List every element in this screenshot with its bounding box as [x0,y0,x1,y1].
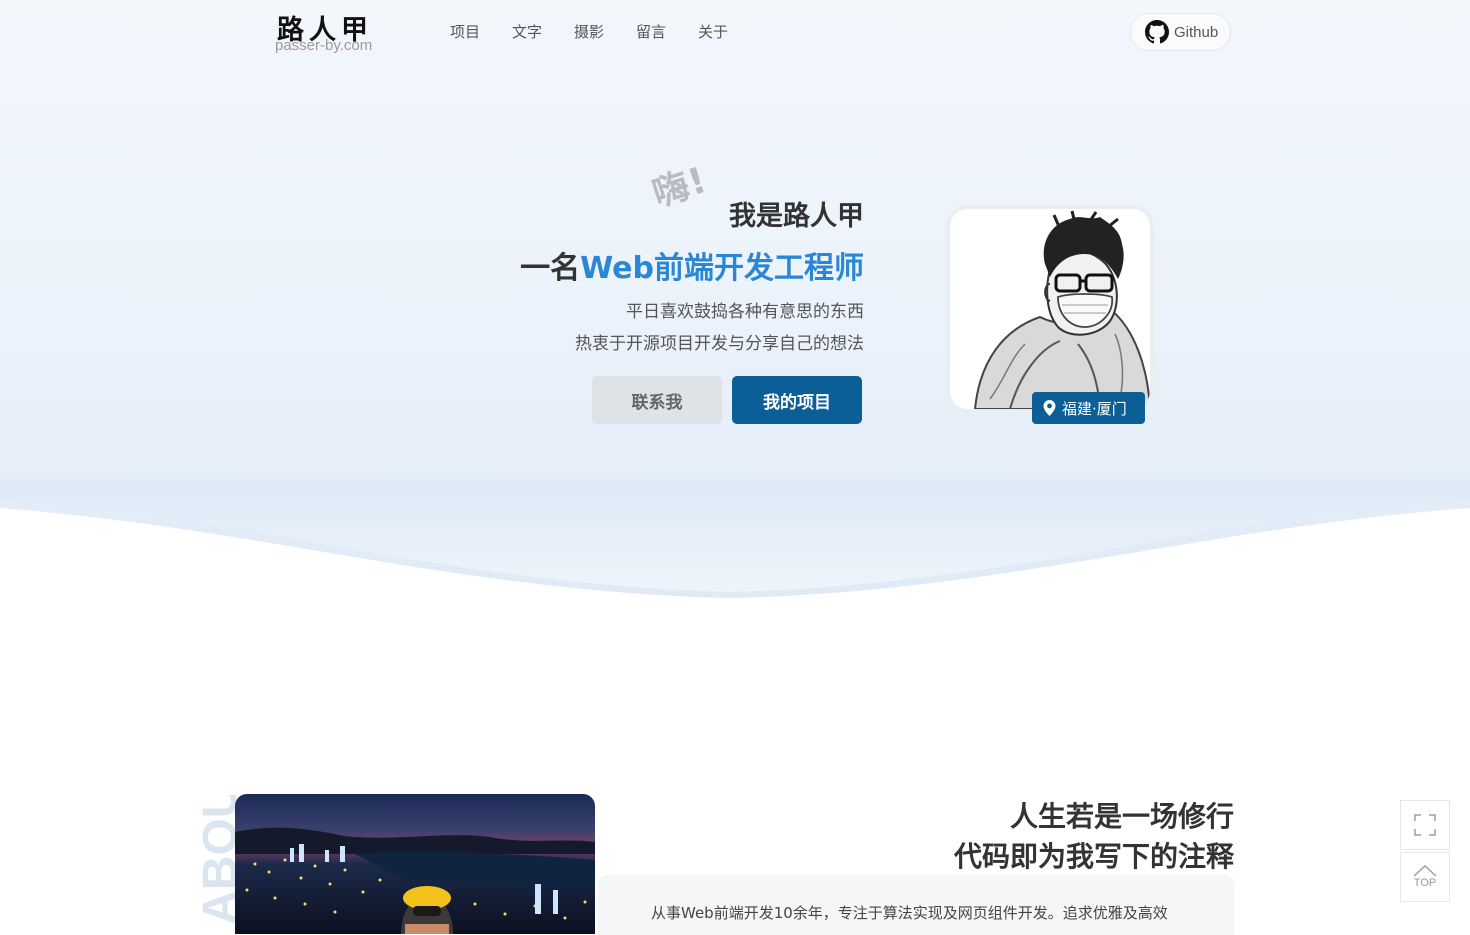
contact-button[interactable]: 联系我 [592,376,722,424]
nav-item-projects[interactable]: 项目 [450,21,512,42]
location-text: 福建·厦门 [1062,399,1127,418]
my-projects-button[interactable]: 我的项目 [732,376,862,424]
site-logo[interactable]: 路人甲 passer-by.com [275,8,385,58]
github-label: Github [1174,23,1219,41]
logo-domain: passer-by.com [275,37,373,54]
about-title-line2: 代码即为我写下的注释 [953,840,1234,873]
night-city-photo [235,794,595,934]
top-label: TOP [1413,877,1437,889]
fullscreen-icon [1414,814,1436,836]
hero-role-prefix: 一名 [520,251,581,286]
hero-description-line2: 热衷于开源项目开发与分享自己的想法 [575,334,864,354]
back-to-top-button[interactable]: TOP [1400,852,1450,902]
github-icon [1145,20,1169,44]
about-paragraph: 从事Web前端开发10余年，专注于算法实现及网页组件开发。追求优雅及高效 [651,904,1168,922]
hero-name: 我是路人甲 [729,201,864,232]
about-photo [235,794,595,934]
location-badge: 福建·厦门 [1032,392,1145,424]
hero-role: 一名Web前端开发工程师 [520,243,864,287]
nav-item-about[interactable]: 关于 [698,21,760,42]
main-nav: 项目 文字 摄影 留言 关于 [450,21,760,42]
avatar-sketch-image [950,209,1150,409]
fullscreen-button[interactable] [1400,800,1450,850]
hero-wave-divider [0,480,1470,620]
hero-role-highlight: Web前端开发工程师 [580,251,864,286]
about-text-card: 从事Web前端开发10余年，专注于算法实现及网页组件开发。追求优雅及高效 [598,875,1234,935]
github-button[interactable]: Github [1130,13,1231,51]
nav-item-photography[interactable]: 摄影 [574,21,636,42]
location-pin-icon [1043,400,1056,416]
chevron-up-icon [1413,865,1437,877]
about-title-line1: 人生若是一场修行 [1009,800,1234,833]
nav-item-writing[interactable]: 文字 [512,21,574,42]
avatar [946,205,1154,413]
nav-item-guestbook[interactable]: 留言 [636,21,698,42]
hero-description-line1: 平日喜欢鼓捣各种有意思的东西 [626,302,864,322]
